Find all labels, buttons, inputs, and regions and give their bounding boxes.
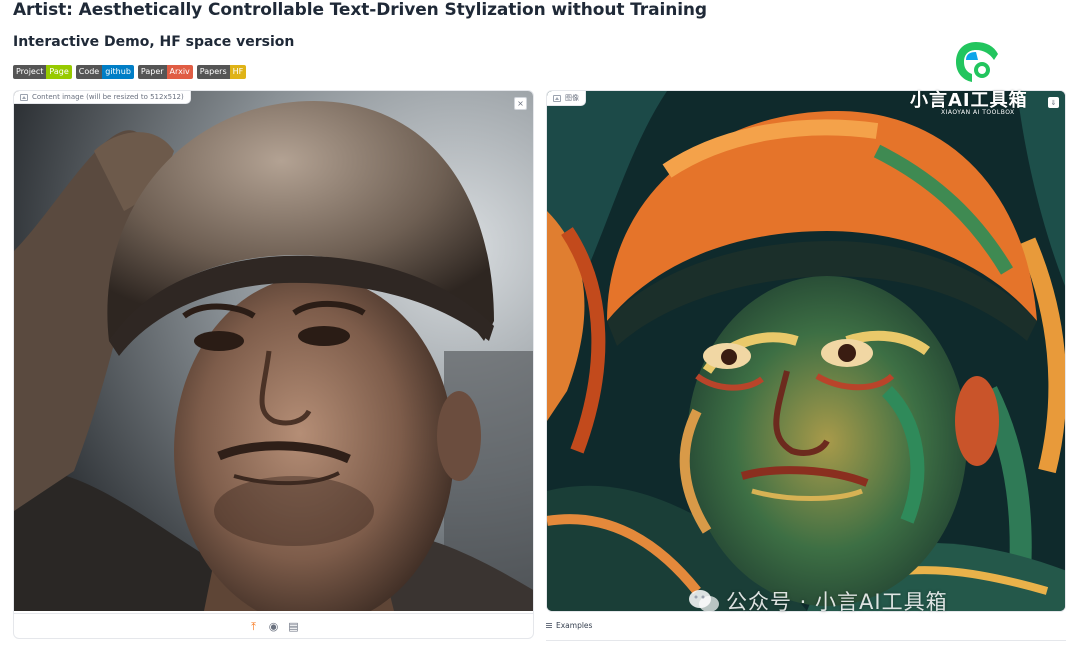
stylized-photo	[547, 91, 1065, 611]
wechat-watermark: 公众号 · 小言AI工具箱	[688, 586, 948, 616]
brand-watermark-sub: XIAOYAN AI TOOLBOX	[941, 109, 1015, 116]
examples-header[interactable]: Examples	[546, 621, 592, 630]
badge-project-left: Project	[13, 65, 47, 79]
image-source-toolbar: ⤒ ◉ ▤	[14, 613, 533, 638]
upload-icon[interactable]: ⤒	[248, 620, 260, 633]
wechat-watermark-text: 公众号 · 小言AI工具箱	[726, 590, 948, 614]
badge-paper-right: Arxiv	[166, 65, 193, 79]
page-title: Artist: Aesthetically Controllable Text-…	[13, 0, 707, 20]
output-image-label-text: 图像	[565, 94, 579, 102]
badge-project-page[interactable]: Project Page	[13, 65, 72, 79]
output-image-panel: 图像 ⇓	[546, 90, 1066, 612]
list-icon	[546, 623, 552, 628]
badge-row: Project Page Code github Paper Arxiv Pap…	[13, 65, 247, 79]
badge-code-left: Code	[75, 65, 103, 79]
worker-photo	[14, 91, 533, 611]
badge-paper-arxiv[interactable]: Paper Arxiv	[137, 65, 193, 79]
badge-papers-right: HF	[229, 65, 247, 79]
divider	[546, 640, 1066, 641]
badge-papers-left: Papers	[196, 65, 230, 79]
wechat-icon	[689, 590, 719, 612]
brand-logo-icon	[956, 42, 998, 82]
examples-label: Examples	[556, 621, 593, 630]
image-icon	[20, 93, 28, 101]
content-image-label-text: Content image (will be resized to 512x51…	[32, 93, 184, 101]
webcam-icon[interactable]: ◉	[268, 620, 280, 633]
output-image-label: 图像	[547, 91, 586, 106]
clear-image-button[interactable]: ×	[514, 97, 527, 110]
content-image[interactable]: Content image (will be resized to 512x51…	[14, 91, 533, 611]
clipboard-icon[interactable]: ▤	[288, 620, 300, 633]
badge-papers-hf[interactable]: Papers HF	[196, 65, 247, 79]
badge-project-right: Page	[46, 65, 72, 79]
content-image-label: Content image (will be resized to 512x51…	[14, 91, 191, 104]
download-button[interactable]: ⇓	[1048, 97, 1059, 108]
content-image-panel[interactable]: Content image (will be resized to 512x51…	[13, 90, 534, 639]
badge-paper-left: Paper	[137, 65, 167, 79]
page-subtitle: Interactive Demo, HF space version	[13, 34, 295, 50]
image-icon	[553, 94, 561, 102]
badge-code-github[interactable]: Code github	[75, 65, 134, 79]
output-image: 图像 ⇓	[547, 91, 1065, 611]
badge-code-right: github	[102, 65, 134, 79]
